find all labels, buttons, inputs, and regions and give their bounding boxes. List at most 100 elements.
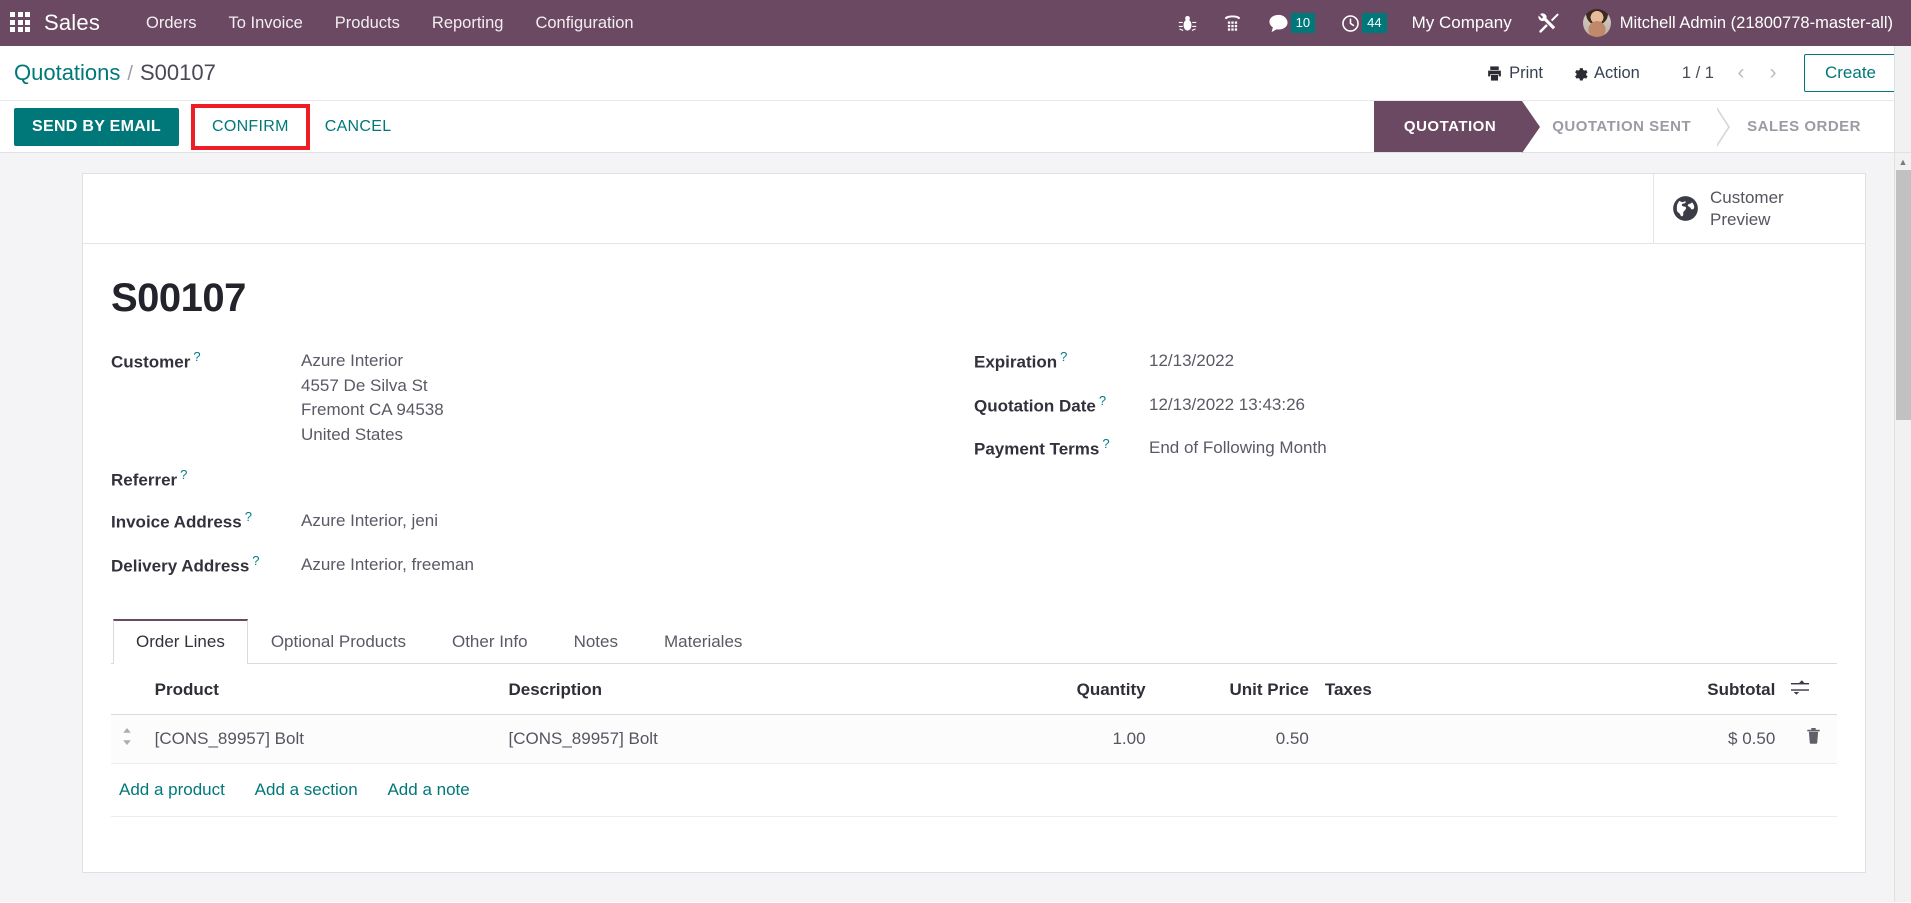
table-row[interactable]: [CONS_89957] Bolt [CONS_89957] Bolt 1.00…	[111, 714, 1837, 764]
bug-icon[interactable]	[1165, 8, 1210, 39]
user-menu[interactable]: Mitchell Admin (21800778-master-all)	[1573, 5, 1897, 41]
company-switcher[interactable]: My Company	[1400, 7, 1524, 39]
help-icon[interactable]: ?	[193, 349, 200, 364]
tab-order-lines[interactable]: Order Lines	[113, 618, 248, 664]
action-button[interactable]: Action	[1557, 58, 1654, 89]
cell-taxes[interactable]	[1316, 714, 1586, 764]
print-button[interactable]: Print	[1472, 58, 1557, 89]
trash-icon	[1807, 728, 1820, 744]
cell-description[interactable]: [CONS_89957] Bolt	[500, 714, 991, 764]
pager-previous-button[interactable]: ‹	[1726, 58, 1756, 88]
customer-preview-button[interactable]: Customer Preview	[1653, 174, 1865, 243]
tab-notes[interactable]: Notes	[551, 619, 641, 664]
messaging-icon[interactable]: 10	[1255, 7, 1328, 39]
help-icon[interactable]: ?	[1102, 436, 1109, 451]
field-payment-terms-value[interactable]: End of Following Month	[1149, 436, 1327, 461]
pager-next-button[interactable]: ›	[1758, 58, 1788, 88]
column-header-description: Description	[500, 663, 991, 715]
form-sheet: Customer Preview S00107 Customer? Azure …	[82, 173, 1866, 873]
tab-other-info[interactable]: Other Info	[429, 619, 551, 664]
field-delivery-address-value[interactable]: Azure Interior, freeman	[301, 553, 474, 578]
status-quotation-sent[interactable]: QUOTATION SENT	[1522, 101, 1718, 152]
help-icon[interactable]: ?	[1060, 349, 1067, 364]
optional-columns-dropdown[interactable]	[1783, 663, 1837, 715]
send-by-email-button[interactable]: SEND BY EMAIL	[14, 107, 179, 146]
customer-preview-line2: Preview	[1710, 209, 1771, 229]
field-quotation-date-value[interactable]: 12/13/2022 13:43:26	[1149, 393, 1305, 418]
help-icon[interactable]: ?	[1099, 393, 1106, 408]
confirm-button-highlight: CONFIRM	[190, 103, 310, 150]
notebook-tabs: Order Lines Optional Products Other Info…	[111, 618, 1837, 664]
navbar-systray: 10 44 My Company Mitchell Admin (2180077…	[1165, 5, 1897, 41]
apps-grid-icon[interactable]	[10, 12, 32, 34]
help-icon[interactable]: ?	[252, 553, 259, 568]
add-a-section-link[interactable]: Add a section	[255, 780, 358, 799]
tab-materiales[interactable]: Materiales	[641, 619, 765, 664]
breadcrumb-quotations[interactable]: Quotations	[14, 60, 120, 86]
vertical-scrollbar[interactable]: ▲	[1894, 153, 1911, 902]
avatar	[1582, 9, 1611, 37]
status-sales-order[interactable]: SALES ORDER	[1717, 101, 1887, 152]
column-header-subtotal: Subtotal	[1585, 663, 1784, 715]
cell-unit-price[interactable]: 0.50	[1153, 714, 1317, 764]
breadcrumb-separator: /	[127, 63, 133, 85]
column-header-product: Product	[150, 663, 501, 715]
field-customer-value[interactable]: Azure Interior 4557 De Silva St Fremont …	[301, 349, 444, 448]
field-invoice-address-label: Invoice Address?	[111, 509, 252, 532]
field-customer: Customer? Azure Interior 4557 De Silva S…	[111, 349, 944, 448]
top-navbar: Sales Orders To Invoice Products Reporti…	[0, 0, 1911, 46]
help-icon[interactable]: ?	[180, 467, 187, 482]
order-lines-table: Product Description Quantity Unit Price …	[111, 663, 1837, 817]
field-expiration-value[interactable]: 12/13/2022	[1149, 349, 1234, 374]
menu-item-orders[interactable]: Orders	[130, 0, 212, 46]
add-a-product-link[interactable]: Add a product	[119, 780, 225, 799]
table-header-row: Product Description Quantity Unit Price …	[111, 663, 1837, 715]
activities-clock-icon[interactable]: 44	[1328, 7, 1399, 39]
form-view-area: Customer Preview S00107 Customer? Azure …	[0, 153, 1911, 902]
page-title: S00107	[111, 276, 246, 320]
cancel-button[interactable]: CANCEL	[310, 108, 407, 146]
column-header-quantity: Quantity	[990, 663, 1154, 715]
form-columns: Customer? Azure Interior 4557 De Silva S…	[111, 349, 1837, 597]
user-name: Mitchell Admin (21800778-master-all)	[1619, 13, 1893, 32]
drag-handle-icon[interactable]	[111, 714, 151, 764]
dialpad-icon[interactable]	[1210, 7, 1255, 39]
sheet-scroll-container: Customer Preview S00107 Customer? Azure …	[0, 153, 1894, 902]
main-menu: Orders To Invoice Products Reporting Con…	[130, 0, 650, 46]
column-header-unit-price: Unit Price	[1153, 663, 1317, 715]
help-icon[interactable]: ?	[245, 509, 252, 524]
field-invoice-address-value[interactable]: Azure Interior, jeni	[301, 509, 438, 534]
menu-item-configuration[interactable]: Configuration	[519, 0, 649, 46]
scroll-up-arrow-icon[interactable]: ▲	[1895, 153, 1911, 170]
scrollbar-thumb[interactable]	[1896, 170, 1911, 420]
create-button[interactable]: Create	[1803, 54, 1897, 92]
confirm-button[interactable]: CONFIRM	[195, 108, 306, 146]
add-a-note-link[interactable]: Add a note	[387, 780, 469, 799]
tools-icon[interactable]	[1524, 6, 1573, 41]
field-delivery-address: Delivery Address? Azure Interior, freema…	[111, 553, 944, 578]
app-brand-sales[interactable]: Sales	[44, 10, 100, 36]
field-quotation-date-label: Quotation Date?	[974, 392, 1107, 416]
cell-product[interactable]: [CONS_89957] Bolt	[150, 714, 501, 764]
notebook: Order Lines Optional Products Other Info…	[111, 618, 1837, 817]
menu-item-reporting[interactable]: Reporting	[416, 0, 520, 46]
delete-line-button[interactable]	[1783, 714, 1837, 764]
order-lines-body: [CONS_89957] Bolt [CONS_89957] Bolt 1.00…	[111, 714, 1837, 817]
status-quotation[interactable]: QUOTATION	[1373, 101, 1541, 153]
control-panel: Quotations / S00107 Print Action 1 / 1 ‹…	[0, 46, 1911, 153]
breadcrumb-current: S00107	[139, 60, 216, 85]
form-column-left: Customer? Azure Interior 4557 De Silva S…	[111, 349, 974, 597]
field-quotation-date: Quotation Date? 12/13/2022 13:43:26	[974, 393, 1807, 418]
menu-item-products[interactable]: Products	[319, 0, 416, 46]
statusbar: QUOTATION QUOTATION SENT SALES ORDER	[1373, 101, 1911, 153]
customer-preview-label: Customer Preview	[1710, 187, 1784, 230]
cell-quantity[interactable]: 1.00	[990, 714, 1154, 764]
cell-subtotal: $ 0.50	[1585, 714, 1784, 764]
column-header-taxes: Taxes	[1316, 663, 1586, 715]
tab-optional-products[interactable]: Optional Products	[248, 619, 429, 664]
sheet-body: S00107 Customer? Azure Interior 4557 De …	[83, 244, 1865, 817]
menu-item-to-invoice[interactable]: To Invoice	[212, 0, 318, 46]
field-expiration: Expiration? 12/13/2022	[974, 349, 1807, 374]
form-column-right: Expiration? 12/13/2022 Quotation Date? 1…	[974, 349, 1837, 597]
gear-icon	[1575, 67, 1588, 81]
